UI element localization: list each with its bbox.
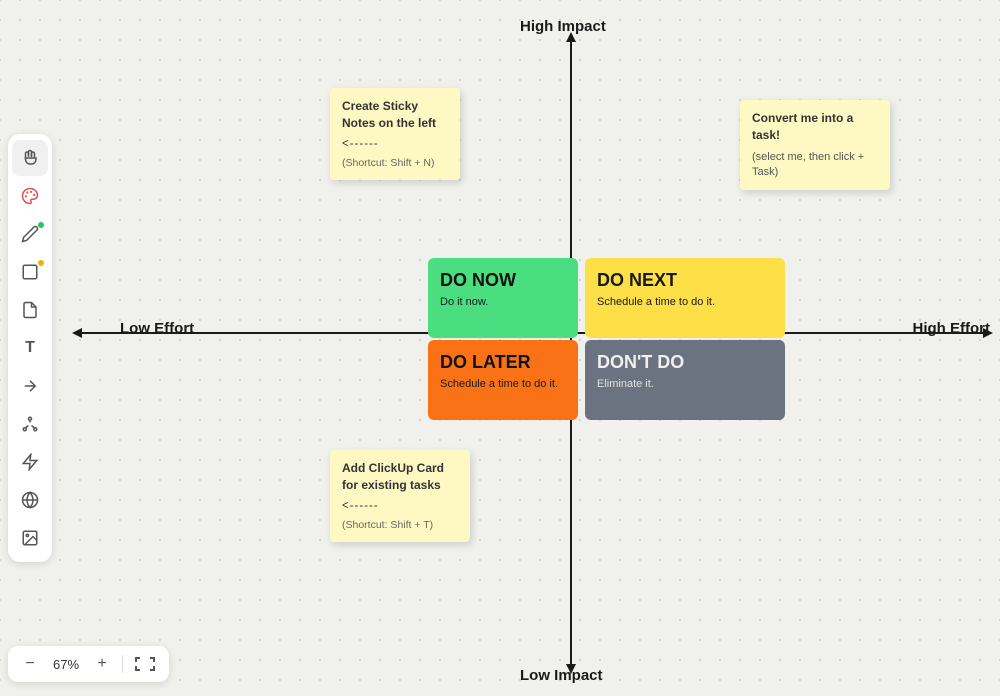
pencil-dot: [38, 222, 44, 228]
sticky-note-3-shortcut: (Shortcut: Shift + T): [342, 518, 458, 533]
sticky-note-3[interactable]: Add ClickUp Card for existing tasks <---…: [330, 450, 470, 542]
image-tool-button[interactable]: [12, 520, 48, 556]
pencil-tool-button[interactable]: [12, 216, 48, 252]
sticky-note-1-shortcut: (Shortcut: Shift + N): [342, 156, 448, 171]
sticky-note-1-dash: <------: [342, 136, 448, 152]
low-effort-label: Low Effort: [120, 320, 194, 337]
do-next-quadrant[interactable]: DO NEXT Schedule a time to do it.: [585, 258, 785, 338]
connect-tool-button[interactable]: [12, 406, 48, 442]
text-tool-button[interactable]: T: [12, 330, 48, 366]
dont-do-subtitle: Eliminate it.: [597, 378, 773, 390]
do-now-quadrant[interactable]: DO NOW Do it now.: [428, 258, 578, 338]
low-impact-label: Low Impact: [520, 667, 603, 684]
hand-tool-button[interactable]: [12, 140, 48, 176]
sticky-note-2[interactable]: Convert me into a task! (select me, then…: [740, 100, 890, 190]
ai-tool-button[interactable]: [12, 444, 48, 480]
do-later-subtitle: Schedule a time to do it.: [440, 378, 566, 390]
do-now-subtitle: Do it now.: [440, 296, 566, 308]
dont-do-title: DON'T DO: [597, 352, 773, 374]
do-next-title: DO NEXT: [597, 270, 773, 292]
sticky-note-2-title: Convert me into a task!: [752, 110, 878, 144]
zoom-value: 67%: [50, 657, 82, 672]
shape-tool-button[interactable]: [12, 254, 48, 290]
high-impact-label: High Impact: [520, 18, 606, 35]
zoom-out-button[interactable]: −: [18, 652, 42, 676]
high-effort-label: High Effort: [913, 320, 990, 337]
arrow-tool-button[interactable]: [12, 368, 48, 404]
canvas-area: High Impact Low Impact Low Effort High E…: [60, 0, 1000, 696]
zoom-toolbar: − 67% +: [8, 646, 169, 682]
sticky-note-3-dash: <------: [342, 498, 458, 514]
zoom-in-button[interactable]: +: [90, 652, 114, 676]
do-now-title: DO NOW: [440, 270, 566, 292]
globe-tool-button[interactable]: [12, 482, 48, 518]
sticky-note-2-sub: (select me, then click + Task): [752, 150, 878, 181]
sticky-note-1-title: Create Sticky Notes on the left: [342, 98, 448, 132]
paint-tool-button[interactable]: [12, 178, 48, 214]
do-later-quadrant[interactable]: DO LATER Schedule a time to do it.: [428, 340, 578, 420]
zoom-divider: [122, 655, 123, 673]
sticky-note-1[interactable]: Create Sticky Notes on the left <------ …: [330, 88, 460, 180]
do-later-title: DO LATER: [440, 352, 566, 374]
do-next-subtitle: Schedule a time to do it.: [597, 296, 773, 308]
sticky-tool-button[interactable]: [12, 292, 48, 328]
shape-dot: [38, 260, 44, 266]
dont-do-quadrant[interactable]: DON'T DO Eliminate it.: [585, 340, 785, 420]
zoom-fit-button[interactable]: [131, 652, 159, 676]
sticky-note-3-title: Add ClickUp Card for existing tasks: [342, 460, 458, 494]
left-toolbar: T: [8, 134, 52, 562]
